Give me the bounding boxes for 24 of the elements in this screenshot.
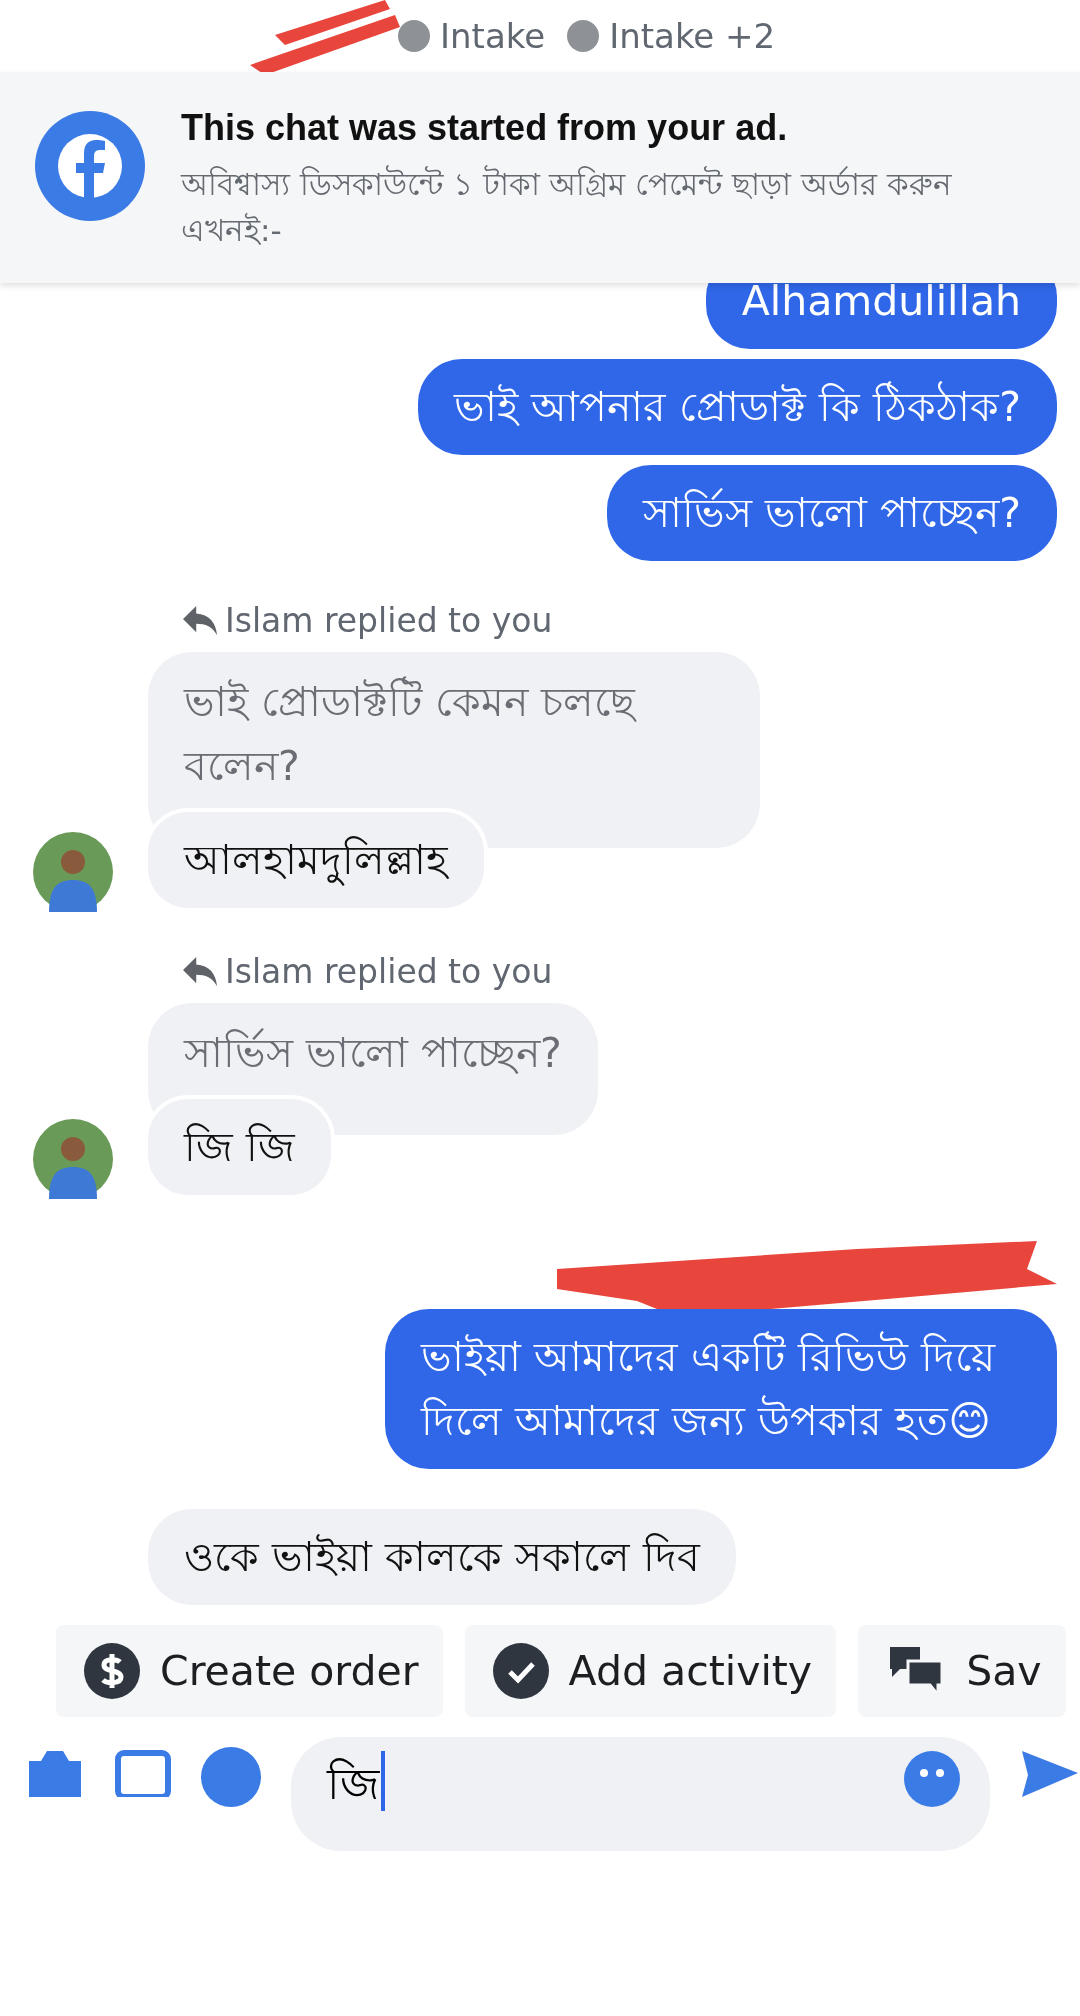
message-input[interactable]: জি bbox=[291, 1737, 990, 1851]
dollar-icon bbox=[84, 1643, 140, 1699]
ad-title: This chat was started from your ad. bbox=[181, 107, 789, 149]
outgoing-message: সার্ভিস ভালো পাচ্ছেন? bbox=[607, 465, 1057, 561]
action-chip[interactable]: Add activity bbox=[464, 1625, 837, 1717]
avatar-icon bbox=[33, 1119, 113, 1199]
avatar-icon bbox=[33, 832, 113, 912]
facebook-logo-icon bbox=[35, 111, 145, 221]
check-icon bbox=[492, 1643, 549, 1699]
ad-description: অবিশ্বাস্য ডিসকাউন্টে ১ টাকা অগ্রিম পেমেন্ট ছাড়া অর্ডার করুন এখনই:- bbox=[181, 164, 953, 250]
label-dot-icon bbox=[398, 20, 430, 52]
circle-icon[interactable] bbox=[201, 1747, 261, 1807]
action-chip[interactable]: Sav bbox=[858, 1625, 1066, 1717]
incoming-message: ওকে ভাইয়া কালকে সকালে দিব bbox=[148, 1509, 737, 1605]
action-chip[interactable]: Create order bbox=[56, 1625, 443, 1717]
reply-label: Islam replied to you bbox=[225, 601, 553, 640]
label-tag: Intake +2 bbox=[609, 16, 776, 56]
label-tag: Intake bbox=[440, 16, 546, 56]
outgoing-message: ভাইয়া আমাদের একটি রিভিউ দিয়ে দিলে আমাদের জন্য উপকার হত😊 bbox=[385, 1309, 1057, 1469]
emoji-icon[interactable] bbox=[904, 1751, 960, 1807]
reply-label: Islam replied to you bbox=[225, 952, 553, 991]
label-dot-icon bbox=[567, 20, 600, 52]
image-icon[interactable] bbox=[115, 1747, 171, 1797]
outgoing-message: ভাই আপনার প্রোডাক্ট কি ঠিকঠাক? bbox=[418, 359, 1057, 455]
